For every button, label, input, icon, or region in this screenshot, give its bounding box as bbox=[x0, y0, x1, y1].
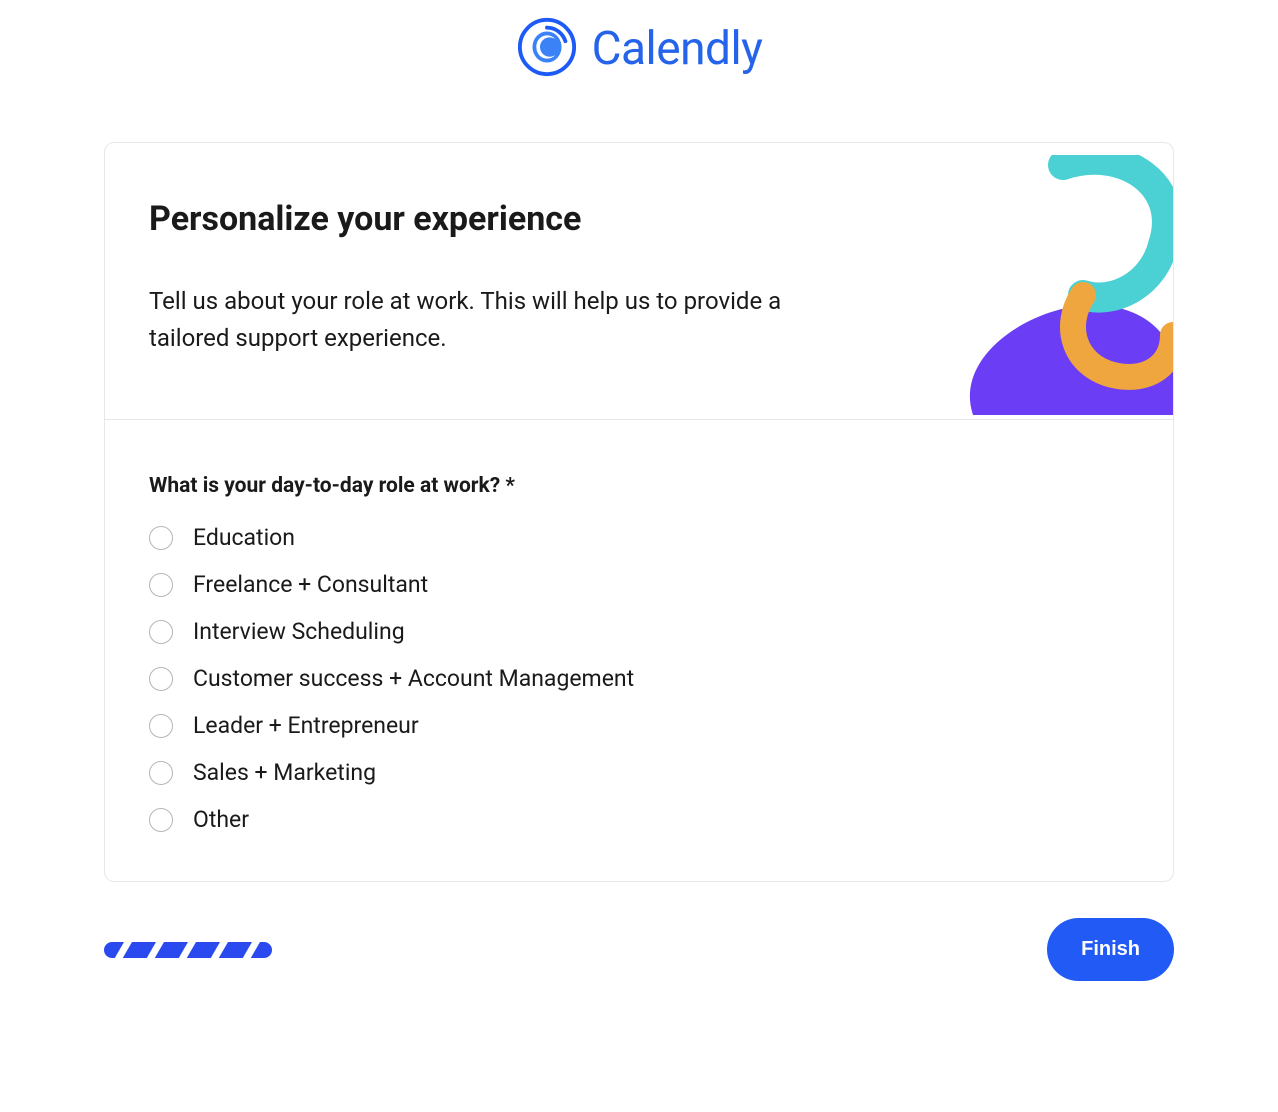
page-subtitle: Tell us about your role at work. This wi… bbox=[149, 283, 849, 357]
option-label: Leader + Entrepreneur bbox=[193, 712, 419, 739]
role-options: Education Freelance + Consultant Intervi… bbox=[149, 524, 1129, 833]
radio-icon bbox=[149, 620, 173, 644]
role-option-interview-scheduling[interactable]: Interview Scheduling bbox=[149, 618, 1129, 645]
brand-name: Calendly bbox=[592, 22, 763, 76]
card-header: Personalize your experience Tell us abou… bbox=[105, 143, 1173, 420]
role-option-leader-entrepreneur[interactable]: Leader + Entrepreneur bbox=[149, 712, 1129, 739]
brand-logo: Calendly bbox=[516, 16, 763, 82]
onboarding-card: Personalize your experience Tell us abou… bbox=[104, 142, 1174, 882]
role-option-customer-success[interactable]: Customer success + Account Management bbox=[149, 665, 1129, 692]
decorative-blob bbox=[913, 155, 1173, 415]
role-option-education[interactable]: Education bbox=[149, 524, 1129, 551]
radio-icon bbox=[149, 761, 173, 785]
calendly-logo-icon bbox=[516, 16, 578, 82]
card-body: What is your day-to-day role at work? * … bbox=[105, 420, 1173, 881]
option-label: Customer success + Account Management bbox=[193, 665, 634, 692]
page-title: Personalize your experience bbox=[149, 199, 1129, 239]
option-label: Freelance + Consultant bbox=[193, 571, 428, 598]
option-label: Interview Scheduling bbox=[193, 618, 405, 645]
role-option-sales-marketing[interactable]: Sales + Marketing bbox=[149, 759, 1129, 786]
option-label: Other bbox=[193, 806, 249, 833]
radio-icon bbox=[149, 526, 173, 550]
option-label: Sales + Marketing bbox=[193, 759, 376, 786]
progress-indicator bbox=[104, 942, 272, 958]
radio-icon bbox=[149, 714, 173, 738]
role-option-other[interactable]: Other bbox=[149, 806, 1129, 833]
radio-icon bbox=[149, 573, 173, 597]
question-label: What is your day-to-day role at work? * bbox=[149, 474, 1129, 498]
footer: Finish bbox=[104, 918, 1174, 981]
radio-icon bbox=[149, 667, 173, 691]
option-label: Education bbox=[193, 524, 295, 551]
radio-icon bbox=[149, 808, 173, 832]
finish-button[interactable]: Finish bbox=[1047, 918, 1174, 981]
role-option-freelance-consultant[interactable]: Freelance + Consultant bbox=[149, 571, 1129, 598]
